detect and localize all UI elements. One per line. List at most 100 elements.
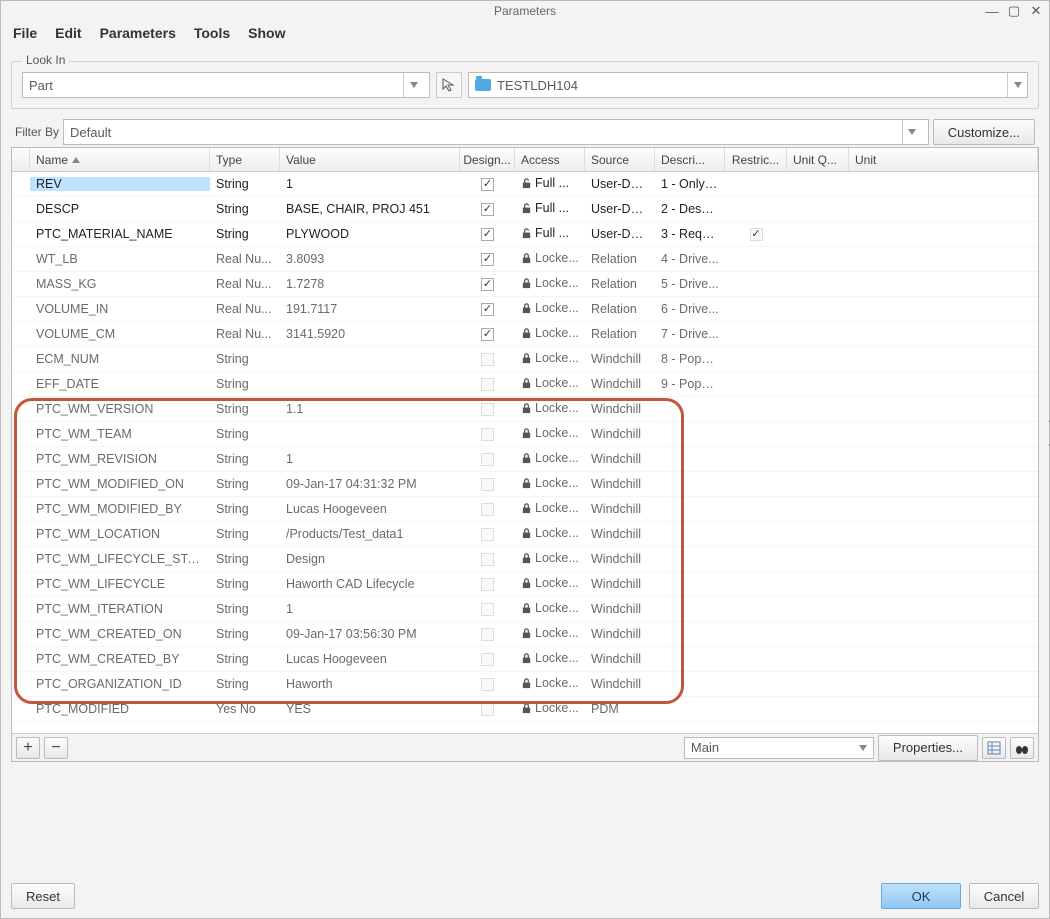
table-row[interactable]: MASS_KG Real Nu... 1.7278 Locke... Relat… (12, 272, 1038, 297)
cell-designate[interactable] (460, 503, 515, 516)
close-icon[interactable]: ✕ (1027, 3, 1045, 19)
table-row[interactable]: PTC_WM_CREATED_ON String 09-Jan-17 03:56… (12, 622, 1038, 647)
menu-tools[interactable]: Tools (194, 25, 230, 41)
lookin-type-combo[interactable]: Part (22, 72, 430, 98)
cell-name[interactable]: PTC_ORGANIZATION_ID (30, 677, 210, 691)
menu-show[interactable]: Show (248, 25, 285, 41)
cell-designate[interactable] (460, 328, 515, 341)
table-row[interactable]: PTC_WM_ITERATION String 1 Locke... Windc… (12, 597, 1038, 622)
cell-designate[interactable] (460, 428, 515, 441)
table-row[interactable]: PTC_WM_LIFECYCLE String Haworth CAD Life… (12, 572, 1038, 597)
cell-value[interactable]: /Products/Test_data1 (280, 527, 460, 541)
cell-name[interactable]: PTC_WM_CREATED_ON (30, 627, 210, 641)
cell-name[interactable]: REV (30, 177, 210, 191)
table-row[interactable]: PTC_WM_REVISION String 1 Locke... Windch… (12, 447, 1038, 472)
table-row[interactable]: PTC_WM_MODIFIED_BY String Lucas Hoogevee… (12, 497, 1038, 522)
cell-name[interactable]: PTC_WM_LIFECYCLE (30, 577, 210, 591)
cell-designate[interactable] (460, 603, 515, 616)
table-row[interactable]: PTC_WM_TEAM String Locke... Windchill (12, 422, 1038, 447)
table-view-icon[interactable] (982, 737, 1006, 759)
table-row[interactable]: PTC_MODIFIED Yes No YES Locke... PDM (12, 697, 1038, 722)
cell-name[interactable]: PTC_WM_VERSION (30, 402, 210, 416)
col-restricted[interactable]: Restric... (725, 148, 787, 171)
col-type[interactable]: Type (210, 148, 280, 171)
cell-designate[interactable] (460, 278, 515, 291)
table-row[interactable]: PTC_WM_MODIFIED_ON String 09-Jan-17 04:3… (12, 472, 1038, 497)
cell-designate[interactable] (460, 353, 515, 366)
cell-value[interactable]: 1.7278 (280, 277, 460, 291)
col-unit[interactable]: Unit (849, 148, 1038, 171)
cell-name[interactable]: PTC_WM_MODIFIED_BY (30, 502, 210, 516)
cell-designate[interactable] (460, 403, 515, 416)
cell-name[interactable]: PTC_WM_REVISION (30, 452, 210, 466)
cell-name[interactable]: PTC_WM_CREATED_BY (30, 652, 210, 666)
lookin-context-combo[interactable]: TESTLDH104 (468, 72, 1028, 98)
table-row[interactable]: VOLUME_CM Real Nu... 3141.5920 Locke... … (12, 322, 1038, 347)
category-combo[interactable]: Main (684, 737, 874, 759)
cell-name[interactable]: PTC_MATERIAL_NAME (30, 227, 210, 241)
cell-designate[interactable] (460, 628, 515, 641)
arrow-up-icon[interactable]: ⬆ (1046, 417, 1050, 435)
cell-name[interactable]: VOLUME_CM (30, 327, 210, 341)
customize-button[interactable]: Customize... (933, 119, 1035, 145)
cell-name[interactable]: PTC_WM_TEAM (30, 427, 210, 441)
table-row[interactable]: DESCP String BASE, CHAIR, PROJ 451 Full … (12, 197, 1038, 222)
cell-value[interactable]: PLYWOOD (280, 227, 460, 241)
cell-value[interactable]: Lucas Hoogeveen (280, 652, 460, 666)
select-object-button[interactable] (436, 72, 462, 98)
menu-parameters[interactable]: Parameters (100, 25, 176, 41)
cell-name[interactable]: EFF_DATE (30, 377, 210, 391)
table-row[interactable]: EFF_DATE String Locke... Windchill 9 - P… (12, 372, 1038, 397)
filter-combo[interactable]: Default (63, 119, 929, 145)
menu-file[interactable]: File (13, 25, 37, 41)
table-row[interactable]: ECM_NUM String Locke... Windchill 8 - Po… (12, 347, 1038, 372)
cell-name[interactable]: DESCP (30, 202, 210, 216)
reset-button[interactable]: Reset (11, 883, 75, 909)
maximize-icon[interactable]: ▢ (1005, 3, 1023, 19)
cell-value[interactable]: 191.7117 (280, 302, 460, 316)
cell-name[interactable]: ECM_NUM (30, 352, 210, 366)
table-row[interactable]: PTC_WM_LIFECYCLE_STATE String Design Loc… (12, 547, 1038, 572)
cell-designate[interactable] (460, 653, 515, 666)
col-access[interactable]: Access (515, 148, 585, 171)
cell-name[interactable]: PTC_MODIFIED (30, 702, 210, 716)
cell-designate[interactable] (460, 178, 515, 191)
cell-value[interactable]: 1 (280, 177, 460, 191)
table-row[interactable]: PTC_MATERIAL_NAME String PLYWOOD Full ..… (12, 222, 1038, 247)
table-row[interactable]: PTC_WM_CREATED_BY String Lucas Hoogeveen… (12, 647, 1038, 672)
ok-button[interactable]: OK (881, 883, 961, 909)
cell-name[interactable]: PTC_WM_LIFECYCLE_STATE (30, 552, 210, 566)
cell-designate[interactable] (460, 553, 515, 566)
col-source[interactable]: Source (585, 148, 655, 171)
cell-value[interactable]: Haworth CAD Lifecycle (280, 577, 460, 591)
cell-value[interactable]: Design (280, 552, 460, 566)
cell-value[interactable]: 3141.5920 (280, 327, 460, 341)
cell-value[interactable]: Haworth (280, 677, 460, 691)
cell-value[interactable]: Lucas Hoogeveen (280, 502, 460, 516)
cell-name[interactable]: VOLUME_IN (30, 302, 210, 316)
cancel-button[interactable]: Cancel (969, 883, 1039, 909)
cell-designate[interactable] (460, 453, 515, 466)
cell-name[interactable]: WT_LB (30, 252, 210, 266)
remove-row-button[interactable]: − (44, 737, 68, 759)
cell-value[interactable]: 1.1 (280, 402, 460, 416)
find-icon[interactable] (1010, 737, 1034, 759)
table-row[interactable]: WT_LB Real Nu... 3.8093 Locke... Relatio… (12, 247, 1038, 272)
arrow-down-icon[interactable]: ⬇ (1046, 435, 1050, 453)
cell-designate[interactable] (460, 228, 515, 241)
cell-designate[interactable] (460, 253, 515, 266)
table-row[interactable]: REV String 1 Full ... User-Defi... 1 - O… (12, 172, 1038, 197)
cell-value[interactable]: 1 (280, 602, 460, 616)
cell-designate[interactable] (460, 528, 515, 541)
cell-value[interactable]: BASE, CHAIR, PROJ 451 (280, 202, 460, 216)
minimize-icon[interactable]: — (983, 3, 1001, 19)
cell-designate[interactable] (460, 703, 515, 716)
cell-value[interactable]: 1 (280, 452, 460, 466)
cell-designate[interactable] (460, 203, 515, 216)
table-row[interactable]: PTC_WM_LOCATION String /Products/Test_da… (12, 522, 1038, 547)
cell-value[interactable]: 09-Jan-17 03:56:30 PM (280, 627, 460, 641)
properties-button[interactable]: Properties... (878, 735, 978, 761)
cell-designate[interactable] (460, 578, 515, 591)
cell-designate[interactable] (460, 478, 515, 491)
cell-value[interactable]: 3.8093 (280, 252, 460, 266)
